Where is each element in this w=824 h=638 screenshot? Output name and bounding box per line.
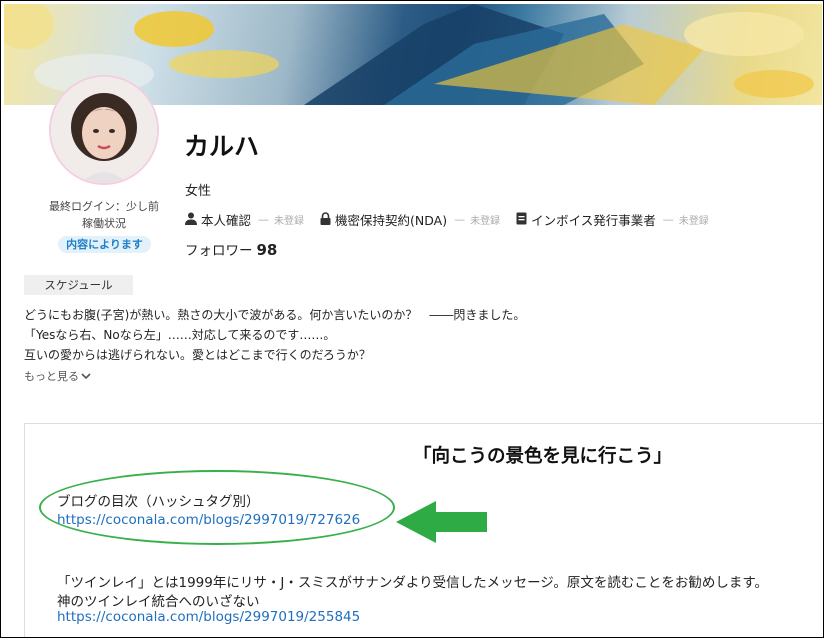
followers-count: 98 bbox=[256, 241, 278, 259]
verification-list: 本人確認 — 未登録 機密保持契約(NDA) — 未登録 インボイス発行事業者 … bbox=[185, 210, 725, 229]
tab-schedule[interactable]: スケジュール bbox=[24, 275, 133, 295]
verification-invoice: インボイス発行事業者 — 未登録 bbox=[516, 210, 719, 229]
arrow-left-icon bbox=[394, 499, 489, 549]
work-status-label: 稼働状況 bbox=[82, 217, 126, 230]
avatar[interactable] bbox=[51, 77, 157, 183]
intro-line: どうにもお腹(子宮)が熱い。熱さの大小で波がある。何か言いたいのか？ ――閃きま… bbox=[24, 308, 526, 322]
person-icon bbox=[185, 212, 197, 228]
blog-title: 「向こうの景色を見に行こう」 bbox=[413, 446, 673, 467]
intro-line: 「Yesなら右、Noなら左」……対応して来るのです……。 bbox=[24, 328, 336, 342]
verification-nda: 機密保持契約(NDA) — 未登録 bbox=[320, 210, 510, 229]
verification-status: 未登録 bbox=[470, 216, 501, 227]
verification-label: 本人確認 bbox=[201, 213, 252, 228]
document-icon bbox=[516, 212, 527, 228]
work-status-badge: 内容によります bbox=[58, 236, 151, 253]
show-more-button[interactable]: もっと見る bbox=[24, 368, 91, 384]
verification-status: 未登録 bbox=[678, 216, 709, 227]
verification-status: 未登録 bbox=[274, 216, 305, 227]
profile-name: カルハ bbox=[184, 132, 260, 161]
last-login: 最終ログイン：少し前 bbox=[49, 200, 159, 213]
show-more-label: もっと見る bbox=[24, 370, 79, 383]
highlight-ellipse bbox=[39, 470, 395, 545]
intro-line: 互いの愛からは逃げられない。愛とはどこまで行くのだろうか？ bbox=[24, 348, 371, 362]
twinray-description: 「ツインレイ」とは1999年にリサ・J・スミスがサナンダより受信したメッセージ。… bbox=[57, 575, 769, 591]
profile-gender: 女性 bbox=[185, 184, 212, 199]
twinray-link[interactable]: https://coconala.com/blogs/2997019/25584… bbox=[57, 609, 360, 625]
lock-icon bbox=[320, 211, 331, 228]
verification-label: インボイス発行事業者 bbox=[531, 213, 656, 228]
page-frame: カルハ 女性 本人確認 — 未登録 機密保持契約(NDA) — 未登録 インボイ… bbox=[0, 0, 824, 638]
verification-label: 機密保持契約(NDA) bbox=[335, 213, 448, 228]
followers-label: フォロワー bbox=[185, 243, 253, 259]
followers[interactable]: フォロワー 98 bbox=[185, 239, 277, 259]
twinray-subtitle: 神のツインレイ統合へのいざない bbox=[57, 594, 260, 610]
verification-identity: 本人確認 — 未登録 bbox=[185, 210, 314, 229]
chevron-down-icon bbox=[81, 372, 91, 380]
